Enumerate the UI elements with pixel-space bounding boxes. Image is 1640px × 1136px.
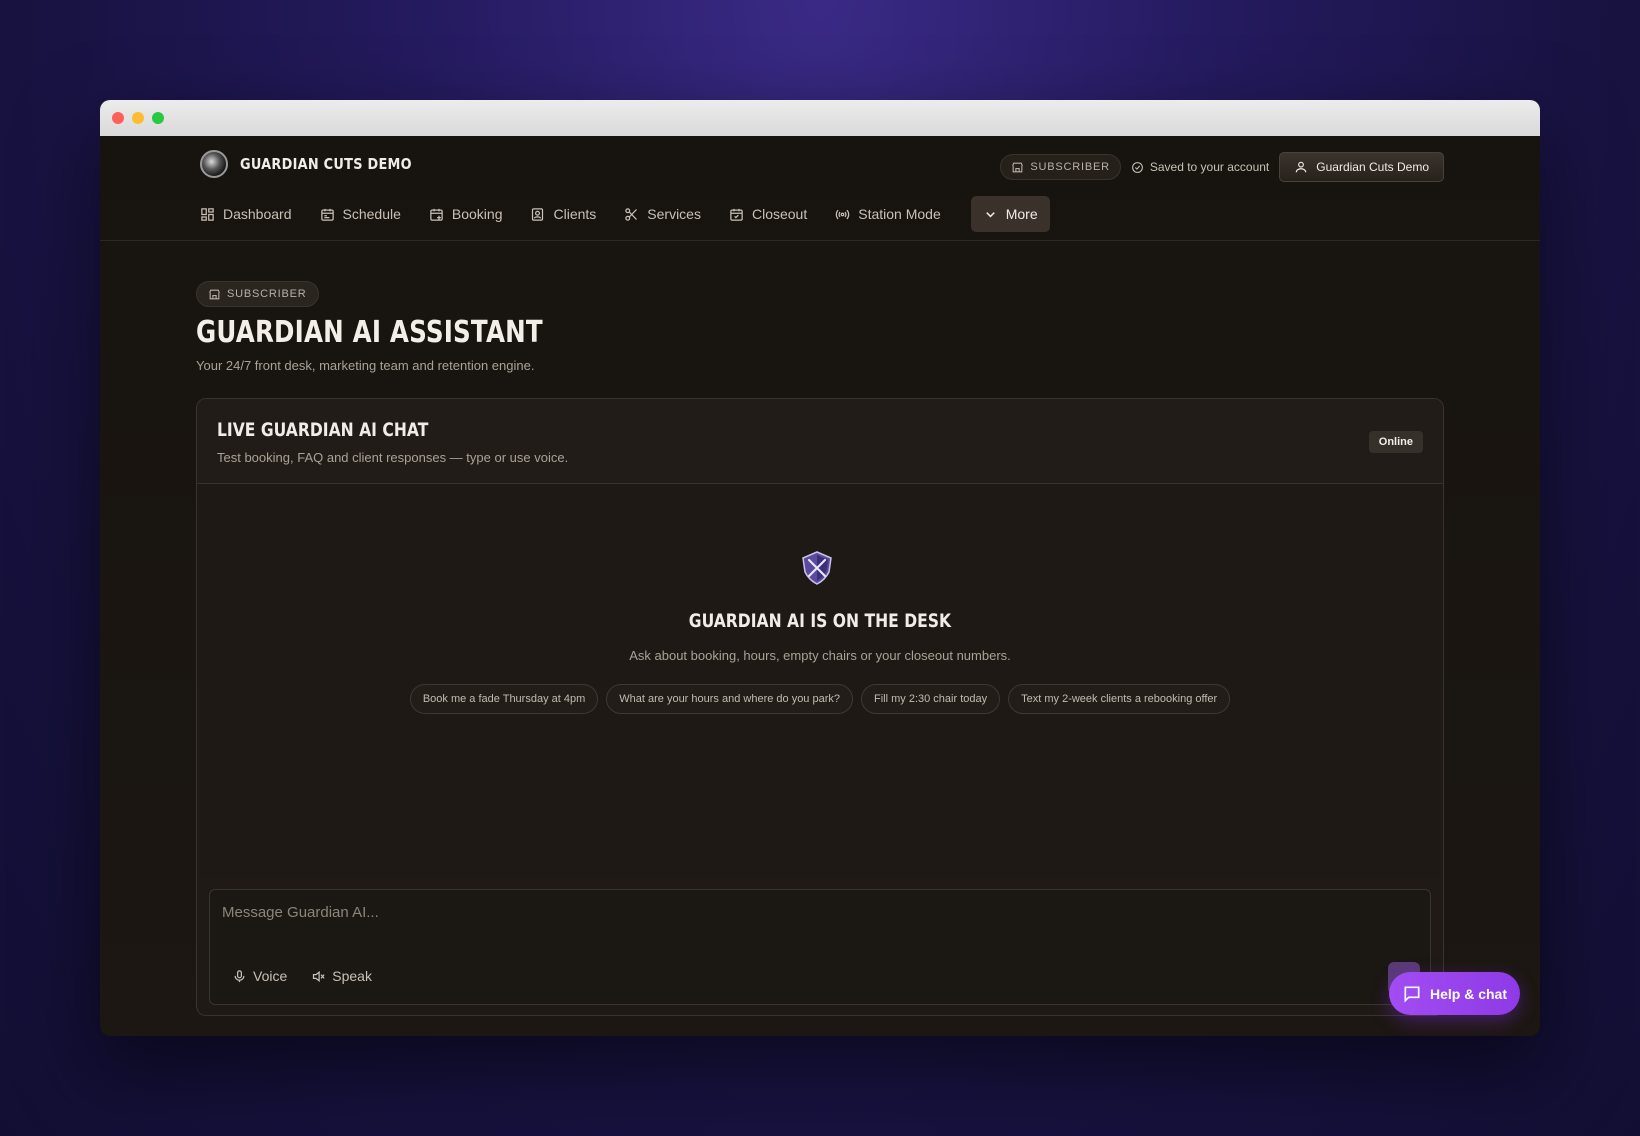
page-subtitle: Your 24/7 front desk, marketing team and…: [196, 358, 535, 373]
message-composer: Voice Speak: [209, 889, 1431, 1005]
nav-more-label: More: [1005, 206, 1038, 222]
brand-name: GUARDIAN CUTS DEMO: [240, 155, 412, 173]
suggestion-chip[interactable]: Text my 2-week clients a rebooking offer: [1008, 684, 1231, 714]
nav-item-label: Clients: [553, 206, 597, 222]
chat-subtitle: Test booking, FAQ and client responses —…: [217, 450, 569, 465]
contact-icon: [532, 207, 544, 221]
nav-item-label: Schedule: [342, 206, 401, 222]
nav-item-closeout[interactable]: Closeout: [729, 196, 821, 232]
nav-item-label: Station Mode: [858, 206, 941, 222]
check-circle-icon: [1131, 161, 1143, 173]
chat-card-header: LIVE GUARDIAN AI CHAT Test booking, FAQ …: [197, 399, 1443, 484]
voice-button-label: Voice: [253, 968, 288, 984]
nav-more-button[interactable]: More: [970, 196, 1050, 232]
guardian-shield-icon: [802, 551, 832, 585]
status-badge: Online: [1368, 431, 1423, 453]
account-button-label: Guardian Cuts Demo: [1316, 160, 1429, 174]
subscriber-badge-label: SUBSCRIBER: [1030, 161, 1110, 173]
page-subscriber-badge: SUBSCRIBER: [196, 281, 319, 307]
broadcast-icon: [836, 209, 850, 219]
suggestion-chip[interactable]: Book me a fade Thursday at 4pm: [409, 684, 599, 714]
scissors-icon: [625, 207, 638, 221]
nav-item-station-mode[interactable]: Station Mode: [835, 196, 955, 232]
nav-item-schedule[interactable]: Schedule: [320, 196, 415, 232]
dashboard-icon: [201, 207, 214, 221]
microphone-icon: [234, 969, 245, 982]
close-window-button[interactable]: [112, 112, 124, 124]
app-header: GUARDIAN CUTS DEMO SUBSCRIBER Saved to y…: [100, 136, 1540, 241]
calendar-check-icon: [730, 208, 743, 221]
help-chat-button[interactable]: Help & chat: [1389, 972, 1520, 1015]
speak-button-label: Speak: [332, 968, 372, 984]
minimize-window-button[interactable]: [132, 112, 144, 124]
nav-item-dashboard[interactable]: Dashboard: [200, 196, 306, 232]
speak-button[interactable]: Speak: [311, 968, 372, 984]
calendar-plus-icon: [430, 208, 443, 221]
chat-bubble-icon: [1404, 986, 1420, 1003]
account-button[interactable]: Guardian Cuts Demo: [1279, 152, 1444, 182]
main-nav: Dashboard Schedule Booking Clients Servi…: [200, 196, 1064, 232]
chat-card: LIVE GUARDIAN AI CHAT Test booking, FAQ …: [196, 398, 1444, 1016]
voice-button[interactable]: Voice: [232, 968, 287, 984]
help-chat-label: Help & chat: [1429, 985, 1507, 1002]
saved-status-label: Saved to your account: [1149, 160, 1270, 174]
nav-item-label: Booking: [451, 206, 503, 222]
window-titlebar: [100, 100, 1540, 136]
empty-state-title-text: GUARDIAN AI IS ON THE DESK: [688, 610, 952, 632]
nav-item-services[interactable]: Services: [624, 196, 715, 232]
store-icon: [209, 289, 220, 299]
page-subscriber-badge-label: SUBSCRIBER: [227, 288, 307, 300]
chat-title: LIVE GUARDIAN AI CHAT: [217, 419, 429, 441]
header-actions: SUBSCRIBER Saved to your account Guardia…: [1000, 152, 1444, 182]
store-icon: [1012, 162, 1024, 172]
empty-state-subtitle: Ask about booking, hours, empty chairs o…: [629, 648, 1011, 663]
browser-window: GUARDIAN CUTS DEMO SUBSCRIBER Saved to y…: [100, 100, 1540, 1036]
suggestion-chips: Book me a fade Thursday at 4pm What are …: [197, 684, 1443, 714]
subscriber-badge: SUBSCRIBER: [1000, 154, 1121, 180]
nav-item-label: Closeout: [751, 206, 808, 222]
page-title: GUARDIAN AI ASSISTANT: [196, 315, 543, 350]
suggestion-chip[interactable]: What are your hours and where do you par…: [606, 684, 854, 714]
app: GUARDIAN CUTS DEMO SUBSCRIBER Saved to y…: [100, 136, 1540, 1036]
nav-item-label: Services: [647, 206, 701, 222]
chevron-down-icon: [985, 211, 995, 217]
nav-item-clients[interactable]: Clients: [530, 196, 610, 232]
suggestion-chip[interactable]: Fill my 2:30 chair today: [861, 684, 1001, 714]
empty-state-title: GUARDIAN AI IS ON THE DESK: [197, 610, 1443, 632]
brand[interactable]: GUARDIAN CUTS DEMO: [200, 150, 440, 178]
maximize-window-button[interactable]: [152, 112, 164, 124]
user-icon: [1296, 161, 1307, 173]
message-input[interactable]: [222, 904, 1122, 921]
chat-messages-area: GUARDIAN AI IS ON THE DESK Ask about boo…: [197, 484, 1443, 877]
speaker-muted-icon: [313, 970, 325, 982]
saved-status: Saved to your account: [1131, 160, 1269, 174]
composer-tools: Voice Speak: [232, 968, 372, 984]
nav-item-booking[interactable]: Booking: [429, 196, 517, 232]
nav-item-label: Dashboard: [223, 206, 292, 222]
calendar-icon: [320, 208, 334, 221]
brand-logo: [200, 150, 228, 178]
